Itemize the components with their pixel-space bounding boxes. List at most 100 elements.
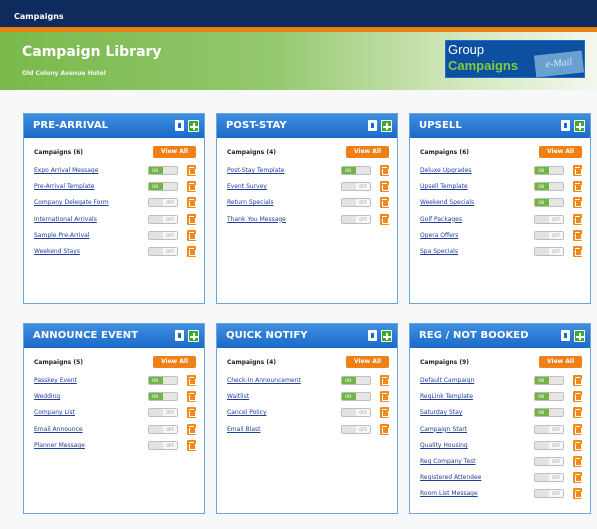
calendar-icon[interactable]	[560, 120, 571, 132]
campaign-link[interactable]: Company Delegate Form	[34, 199, 109, 206]
status-toggle[interactable]: ON	[534, 392, 564, 402]
campaign-link[interactable]: RegLink Template	[420, 393, 473, 400]
status-toggle[interactable]: OFF	[148, 408, 178, 418]
trash-icon[interactable]	[573, 439, 582, 451]
trash-icon[interactable]	[573, 181, 582, 193]
status-toggle[interactable]: OFF	[148, 424, 178, 434]
trash-icon[interactable]	[573, 472, 582, 484]
status-toggle[interactable]: OFF	[534, 246, 564, 256]
trash-icon[interactable]	[573, 229, 582, 241]
campaign-link[interactable]: Thank You Message	[227, 216, 286, 223]
add-campaign-icon[interactable]	[188, 120, 199, 132]
status-toggle[interactable]: ON	[534, 198, 564, 208]
campaign-link[interactable]: Weekend Stays	[34, 248, 80, 255]
trash-icon[interactable]	[187, 213, 196, 225]
campaign-link[interactable]: Spa Specials	[420, 248, 458, 255]
campaign-link[interactable]: Opera Offers	[420, 232, 458, 239]
status-toggle[interactable]: ON	[341, 376, 371, 385]
trash-icon[interactable]	[573, 165, 582, 176]
trash-icon[interactable]	[380, 165, 389, 176]
trash-icon[interactable]	[187, 181, 196, 193]
status-toggle[interactable]: ON	[534, 166, 564, 175]
status-toggle[interactable]: OFF	[534, 473, 564, 483]
status-toggle[interactable]: ON	[148, 376, 178, 385]
campaign-link[interactable]: Waitlist	[227, 393, 249, 400]
trash-icon[interactable]	[187, 229, 196, 241]
campaign-link[interactable]: Reg Company Test	[420, 458, 476, 465]
campaign-link[interactable]: Pre-Arrival Template	[34, 183, 94, 190]
trash-icon[interactable]	[380, 213, 389, 225]
campaign-link[interactable]: Upsell Template	[420, 183, 468, 190]
trash-icon[interactable]	[573, 245, 582, 257]
trash-icon[interactable]	[187, 197, 196, 209]
status-toggle[interactable]: ON	[534, 376, 564, 385]
add-campaign-icon[interactable]	[574, 330, 585, 342]
campaign-link[interactable]: Passkey Event	[34, 377, 77, 384]
status-toggle[interactable]: OFF	[534, 456, 564, 466]
campaign-link[interactable]: Company List	[34, 409, 75, 416]
status-toggle[interactable]: ON	[534, 408, 564, 418]
campaign-link[interactable]: Campaign Start	[420, 426, 467, 433]
status-toggle[interactable]: OFF	[534, 214, 564, 224]
status-toggle[interactable]: OFF	[341, 198, 371, 208]
view-all-button[interactable]: View All	[153, 146, 196, 158]
view-all-button[interactable]: View All	[539, 146, 582, 158]
status-toggle[interactable]: OFF	[534, 424, 564, 434]
trash-icon[interactable]	[380, 407, 389, 419]
campaign-link[interactable]: Saturday Stay	[420, 409, 462, 416]
add-campaign-icon[interactable]	[188, 330, 199, 342]
calendar-icon[interactable]	[560, 330, 571, 342]
campaign-link[interactable]: Expo Arrival Message	[34, 167, 98, 174]
campaign-link[interactable]: Sample Pre-Arrival	[34, 232, 89, 239]
view-all-button[interactable]: View All	[539, 356, 582, 368]
campaign-link[interactable]: International Arrivals	[34, 216, 97, 223]
trash-icon[interactable]	[187, 439, 196, 451]
status-toggle[interactable]: OFF	[341, 214, 371, 224]
calendar-icon[interactable]	[367, 120, 378, 132]
campaign-link[interactable]: Deluxe Upgrades	[420, 167, 472, 174]
trash-icon[interactable]	[187, 407, 196, 419]
status-toggle[interactable]: ON	[148, 182, 178, 192]
status-toggle[interactable]: OFF	[341, 408, 371, 418]
campaign-link[interactable]: Event Survey	[227, 183, 267, 190]
status-toggle[interactable]: OFF	[148, 440, 178, 450]
trash-icon[interactable]	[187, 165, 196, 176]
trash-icon[interactable]	[187, 423, 196, 435]
status-toggle[interactable]: OFF	[341, 424, 371, 434]
add-campaign-icon[interactable]	[381, 120, 392, 132]
status-toggle[interactable]: OFF	[148, 246, 178, 256]
trash-icon[interactable]	[187, 391, 196, 403]
trash-icon[interactable]	[573, 197, 582, 209]
status-toggle[interactable]: OFF	[148, 214, 178, 224]
trash-icon[interactable]	[573, 455, 582, 467]
campaign-link[interactable]: Wedding	[34, 393, 60, 400]
trash-icon[interactable]	[380, 391, 389, 403]
campaign-link[interactable]: Check-In Announcement	[227, 377, 301, 384]
campaign-link[interactable]: Email Blast	[227, 426, 261, 433]
trash-icon[interactable]	[573, 375, 582, 386]
calendar-icon[interactable]	[174, 120, 185, 132]
view-all-button[interactable]: View All	[346, 356, 389, 368]
trash-icon[interactable]	[380, 423, 389, 435]
trash-icon[interactable]	[380, 197, 389, 209]
campaign-link[interactable]: Planner Message	[34, 442, 85, 449]
trash-icon[interactable]	[187, 245, 196, 257]
campaign-link[interactable]: Quality Housing	[420, 442, 468, 449]
campaign-link[interactable]: Post-Stay Template	[227, 167, 284, 174]
campaign-link[interactable]: Golf Packages	[420, 216, 462, 223]
view-all-button[interactable]: View All	[153, 356, 196, 368]
campaign-link[interactable]: Return Specials	[227, 199, 274, 206]
status-toggle[interactable]: OFF	[341, 182, 371, 192]
trash-icon[interactable]	[380, 375, 389, 386]
status-toggle[interactable]: OFF	[534, 230, 564, 240]
status-toggle[interactable]: ON	[534, 182, 564, 192]
status-toggle[interactable]: OFF	[148, 230, 178, 240]
campaign-link[interactable]: Default Campaign	[420, 377, 474, 384]
status-toggle[interactable]: OFF	[148, 198, 178, 208]
trash-icon[interactable]	[573, 407, 582, 419]
trash-icon[interactable]	[380, 181, 389, 193]
status-toggle[interactable]: ON	[148, 166, 178, 175]
view-all-button[interactable]: View All	[346, 146, 389, 158]
campaign-link[interactable]: Email Announce	[34, 426, 83, 433]
campaign-link[interactable]: Weekend Specials	[420, 199, 474, 206]
